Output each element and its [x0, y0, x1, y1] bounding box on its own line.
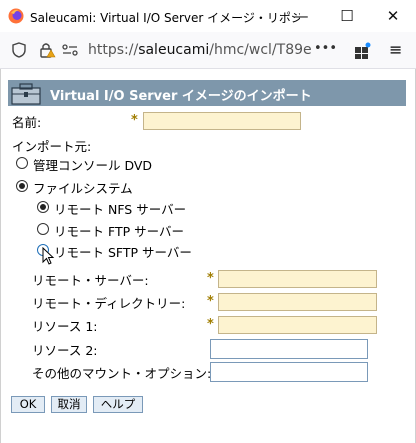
resource2-label: リソース 2:: [32, 343, 98, 358]
resource1-input[interactable]: [218, 316, 377, 334]
window-titlebar: Saleucami: Virtual I/O Server イメージ・リポジトリ…: [0, 0, 416, 32]
name-label: 名前:: [12, 115, 42, 130]
ftp-label[interactable]: リモート FTP サーバー: [54, 221, 184, 240]
sftp-label[interactable]: リモート SFTP サーバー: [54, 242, 192, 261]
nfs-label[interactable]: リモート NFS サーバー: [54, 199, 186, 218]
dialog-title: Virtual I/O Server イメージのインポート: [50, 89, 312, 104]
remote-server-input[interactable]: [218, 270, 377, 288]
toolbox-icon: [11, 83, 41, 105]
ftp-radio[interactable]: [37, 223, 49, 235]
browser-navbar: https://saleucami/hmc/wcl/T89e ••• ≡: [0, 32, 416, 69]
dialog-header: Virtual I/O Server イメージのインポート: [8, 80, 406, 106]
required-marker: *: [131, 113, 138, 128]
resource1-label: リソース 1:: [32, 319, 98, 334]
help-button[interactable]: ヘルプ: [93, 396, 143, 413]
console-dvd-label[interactable]: 管理コンソール DVD: [33, 155, 152, 174]
ok-button[interactable]: OK: [11, 396, 45, 413]
extensions-icon[interactable]: [354, 42, 372, 60]
filesystem-radio[interactable]: [16, 180, 28, 192]
other-mount-options-label: その他のマウント・オプション:: [32, 366, 212, 381]
remote-directory-label: リモート・ディレクトリー:: [32, 296, 186, 311]
page-actions-menu-icon[interactable]: •••: [314, 41, 337, 56]
permissions-icon[interactable]: [62, 43, 78, 57]
console-dvd-radio[interactable]: [16, 157, 28, 169]
url-text[interactable]: https://saleucami/hmc/wcl/T89e: [88, 42, 312, 58]
minimize-button[interactable]: —: [278, 0, 324, 32]
cancel-button[interactable]: 取消: [51, 396, 87, 413]
url-bar[interactable]: https://saleucami/hmc/wcl/T89e •••: [2, 35, 340, 65]
required-marker: *: [207, 271, 214, 286]
remote-directory-input[interactable]: [218, 293, 377, 311]
close-button[interactable]: ✕: [370, 0, 416, 32]
lock-icon[interactable]: [38, 41, 56, 59]
firefox-icon: [8, 8, 24, 24]
mouse-cursor-icon: [42, 247, 55, 265]
name-input[interactable]: [143, 112, 301, 130]
maximize-button[interactable]: ☐: [324, 0, 370, 32]
source-label: インポート元:: [12, 139, 92, 154]
browser-menu-icon[interactable]: ≡: [389, 40, 402, 59]
required-marker: *: [207, 294, 214, 309]
required-marker: *: [207, 317, 214, 332]
remote-server-label: リモート・サーバー:: [32, 273, 149, 288]
shield-icon[interactable]: [12, 42, 26, 58]
resource2-input[interactable]: [210, 339, 368, 359]
other-mount-options-input[interactable]: [210, 362, 368, 382]
window-title: Saleucami: Virtual I/O Server イメージ・リポジトリ…: [30, 11, 300, 25]
filesystem-label[interactable]: ファイルシステム: [33, 178, 133, 197]
nfs-radio[interactable]: [37, 201, 49, 213]
